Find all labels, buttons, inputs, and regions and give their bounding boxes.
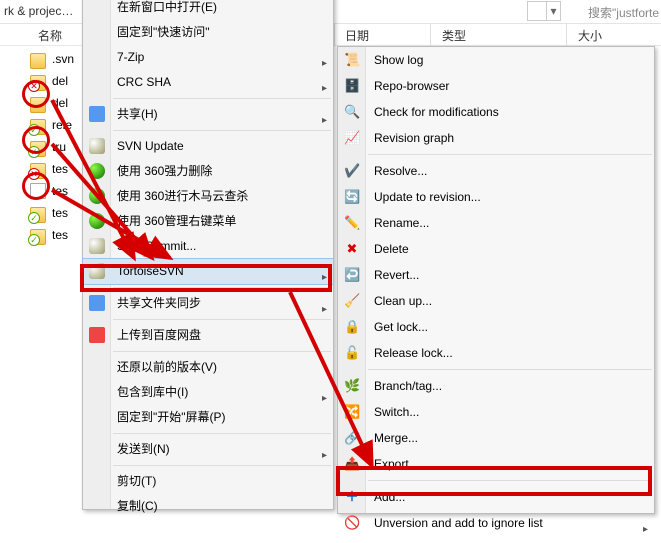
menu-360-right-menu[interactable]: 使用 360管理右键菜单: [83, 209, 333, 234]
submenu-repo-browser[interactable]: 🗄️Repo-browser: [338, 73, 654, 99]
submenu-arrow-icon: ▸: [643, 517, 648, 543]
menu-7zip[interactable]: 7-Zip▸: [83, 45, 333, 70]
revert-icon: ↩️: [344, 267, 360, 283]
chevron-down-icon[interactable]: ▾: [546, 2, 560, 20]
submenu-add[interactable]: ＋Add...: [338, 484, 654, 510]
column-size[interactable]: 大小: [578, 27, 602, 44]
svn-commit-icon: [89, 238, 105, 254]
revision-graph-icon: 📈: [344, 130, 360, 146]
resolve-icon: ✔️: [344, 163, 360, 179]
search-input[interactable]: 搜索"justforte: [588, 4, 659, 21]
export-icon: 📤: [344, 456, 360, 472]
svn-normal-overlay-icon: ✓: [28, 146, 40, 158]
svn-normal-overlay-icon: ✓: [28, 212, 40, 224]
submenu-revert[interactable]: ↩️Revert...: [338, 262, 654, 288]
menu-open-new-window[interactable]: 在新窗口中打开(E): [83, 0, 333, 20]
submenu-resolve[interactable]: ✔️Resolve...: [338, 158, 654, 184]
switch-icon: 🔀: [344, 404, 360, 420]
submenu-export[interactable]: 📤Export...: [338, 451, 654, 477]
repo-browser-icon: 🗄️: [344, 78, 360, 94]
delete-icon: ✖: [344, 241, 360, 257]
column-date[interactable]: 日期: [345, 27, 369, 44]
folder-icon: [30, 97, 46, 113]
menu-pin-quick-access[interactable]: 固定到"快速访问": [83, 20, 333, 45]
baidu-icon: [89, 327, 105, 343]
submenu-arrow-icon: ▸: [322, 76, 327, 101]
submenu-check-modifications[interactable]: 🔍Check for modifications: [338, 99, 654, 125]
menu-share[interactable]: 共享(H)▸: [83, 102, 333, 127]
context-menu: 在新窗口中打开(E) 固定到"快速访问" 7-Zip▸ CRC SHA▸ 共享(…: [82, 0, 334, 510]
submenu-revision-graph[interactable]: 📈Revision graph: [338, 125, 654, 151]
submenu-arrow-icon: ▸: [322, 265, 327, 290]
submenu-get-lock[interactable]: 🔒Get lock...: [338, 314, 654, 340]
menu-cut[interactable]: 剪切(T): [83, 469, 333, 494]
add-icon: ＋: [344, 489, 360, 505]
submenu-rename[interactable]: ✏️Rename...: [338, 210, 654, 236]
submenu-arrow-icon: ▸: [322, 443, 327, 468]
submenu-show-log[interactable]: 📜Show log: [338, 47, 654, 73]
update-rev-icon: 🔄: [344, 189, 360, 205]
submenu-branch-tag[interactable]: 🌿Branch/tag...: [338, 373, 654, 399]
submenu-switch[interactable]: 🔀Switch...: [338, 399, 654, 425]
menu-360-force-delete[interactable]: 使用 360强力删除: [83, 159, 333, 184]
rename-icon: ✏️: [344, 215, 360, 231]
column-type[interactable]: 类型: [442, 27, 466, 44]
svn-deleted-overlay-icon: ✕: [28, 168, 40, 180]
menu-svn-commit[interactable]: SVN Commit...: [83, 234, 333, 259]
menu-include-library[interactable]: 包含到库中(I)▸: [83, 380, 333, 405]
submenu-clean-up[interactable]: 🧹Clean up...: [338, 288, 654, 314]
merge-icon: 🔗: [344, 430, 360, 446]
unlock-icon: 🔓: [344, 345, 360, 361]
folder-icon: [30, 53, 46, 69]
log-icon: 📜: [344, 52, 360, 68]
lock-icon: 🔒: [344, 319, 360, 335]
menu-upload-baidu[interactable]: 上传到百度网盘: [83, 323, 333, 348]
menu-share-folder-sync[interactable]: 共享文件夹同步▸: [83, 291, 333, 316]
submenu-arrow-icon: ▸: [322, 108, 327, 133]
menu-send-to[interactable]: 发送到(N)▸: [83, 437, 333, 462]
menu-360-trojan-scan[interactable]: 使用 360进行木马云查杀: [83, 184, 333, 209]
menu-pin-start[interactable]: 固定到"开始"屏幕(P): [83, 405, 333, 430]
nav-go-box[interactable]: ▾: [527, 1, 561, 21]
tortoise-svn-icon: [89, 263, 105, 279]
svn-normal-overlay-icon: ✓: [28, 124, 40, 136]
ignore-icon: 🚫: [344, 515, 360, 531]
menu-copy[interactable]: 复制(C): [83, 494, 333, 519]
breadcrumb[interactable]: rk & projec…: [4, 4, 73, 18]
submenu-delete[interactable]: ✖Delete: [338, 236, 654, 262]
submenu-update-to-revision[interactable]: 🔄Update to revision...: [338, 184, 654, 210]
cleanup-icon: 🧹: [344, 293, 360, 309]
sync-icon: [89, 295, 105, 311]
svn-deleted-overlay-icon: ✕: [28, 80, 40, 92]
menu-crc-sha[interactable]: CRC SHA▸: [83, 70, 333, 95]
menu-tortoise-svn[interactable]: TortoiseSVN▸: [83, 259, 333, 284]
360-icon: [89, 188, 105, 204]
menu-restore-previous[interactable]: 还原以前的版本(V): [83, 355, 333, 380]
submenu-arrow-icon: ▸: [322, 297, 327, 322]
branch-icon: 🌿: [344, 378, 360, 394]
file-icon: [30, 183, 46, 199]
menu-svn-update[interactable]: SVN Update: [83, 134, 333, 159]
360-icon: [89, 163, 105, 179]
svn-update-icon: [89, 138, 105, 154]
submenu-merge[interactable]: 🔗Merge...: [338, 425, 654, 451]
share-icon: [89, 106, 105, 122]
submenu-release-lock[interactable]: 🔓Release lock...: [338, 340, 654, 366]
submenu-unversion-ignore[interactable]: 🚫Unversion and add to ignore list▸: [338, 510, 654, 536]
svn-normal-overlay-icon: ✓: [28, 234, 40, 246]
check-modifications-icon: 🔍: [344, 104, 360, 120]
360-icon: [89, 213, 105, 229]
tortoisesvn-submenu: 📜Show log 🗄️Repo-browser 🔍Check for modi…: [337, 46, 655, 514]
